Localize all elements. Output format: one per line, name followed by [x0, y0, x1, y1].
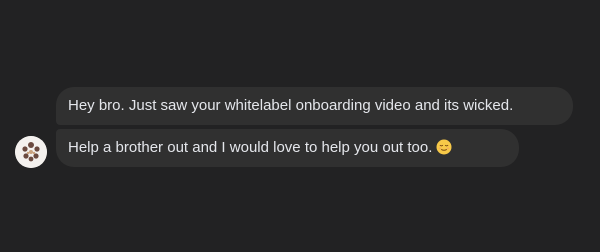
relieved-face-emoji-icon	[436, 132, 452, 155]
message-text: Hey bro. Just saw your whitelabel onboar…	[68, 97, 514, 114]
avatar-image	[15, 136, 47, 168]
message-group: Hey bro. Just saw your whitelabel onboar…	[0, 0, 600, 252]
message-text: Help a brother out and I would love to h…	[68, 139, 433, 156]
message-bubble[interactable]: Hey bro. Just saw your whitelabel onboar…	[56, 87, 573, 125]
message-bubble[interactable]: Help a brother out and I would love to h…	[56, 129, 519, 167]
avatar-icon[interactable]	[15, 136, 47, 168]
chat-view: Hey bro. Just saw your whitelabel onboar…	[0, 0, 600, 252]
